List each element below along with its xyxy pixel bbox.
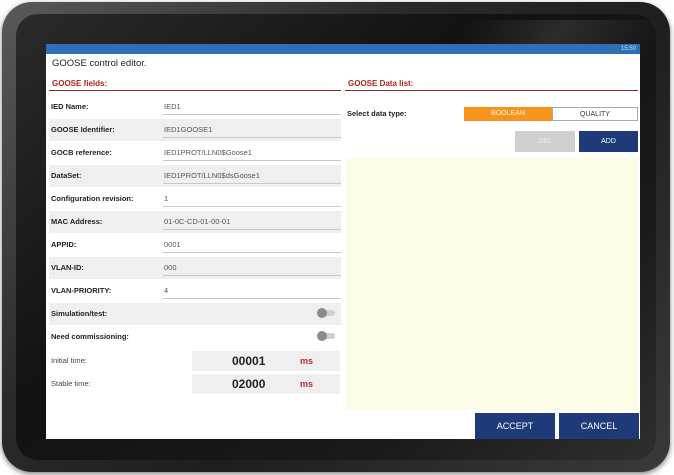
field-row-dataset: DataSet: IED1PROT/LLN0$dsGoose1: [49, 165, 341, 187]
goose-control-editor-dialog: GOOSE control editor. GOOSE fields: GOOS…: [46, 54, 640, 439]
data-type-quality-option[interactable]: QUALITY: [552, 107, 638, 121]
initial-time-row: Initial time: 00001 ms: [49, 350, 341, 372]
goose-data-list-divider: [345, 90, 638, 91]
field-label: VLAN-ID:: [51, 263, 84, 272]
tablet-screen: 15:50 GOOSE control editor. GOOSE fields…: [46, 44, 640, 439]
need-commissioning-toggle[interactable]: [317, 331, 335, 341]
simulation-test-toggle[interactable]: [317, 308, 335, 318]
field-label: MAC Address:: [51, 217, 103, 226]
input-underline: [163, 137, 341, 138]
del-button[interactable]: DEL: [515, 131, 575, 152]
stable-time-unit: ms: [300, 379, 314, 389]
field-label: IED Name:: [51, 102, 89, 111]
goose-fields-divider: [49, 90, 341, 91]
input-underline: [163, 229, 341, 230]
field-row-gocb-reference: GOCB reference: IED1PROT/LLN0$Goose1: [49, 142, 341, 164]
input-underline: [163, 298, 341, 299]
stable-time-label: Stable time:: [51, 379, 91, 388]
goose-data-list[interactable]: [346, 158, 638, 410]
field-row-appid: APPID: 0001: [49, 234, 341, 256]
field-label: GOOSE Identifier:: [51, 125, 115, 134]
toggle-knob: [317, 331, 327, 341]
input-underline: [163, 252, 341, 253]
status-bar: 15:50: [46, 44, 640, 54]
field-label: GOCB reference:: [51, 148, 112, 157]
field-label: APPID:: [51, 240, 77, 249]
initial-time-label: Initial time:: [51, 356, 87, 365]
field-row-mac-address: MAC Address: 01-0C-CD-01-00-01: [49, 211, 341, 233]
add-button[interactable]: ADD: [579, 131, 638, 152]
data-type-row: Select data type: BOOLEAN QUALITY: [345, 106, 638, 122]
initial-time-input[interactable]: 00001 ms: [192, 351, 340, 371]
data-type-boolean-option[interactable]: BOOLEAN: [464, 107, 552, 121]
status-clock: 15:50: [620, 46, 636, 52]
field-row-configuration-revision: Configuration revision: 1: [49, 188, 341, 210]
stable-time-input[interactable]: 02000 ms: [192, 374, 340, 394]
field-row-goose-identifier: GOOSE Identifier: IED1GOOSE1: [49, 119, 341, 141]
input-underline: [163, 275, 341, 276]
toggle-knob: [317, 308, 327, 318]
input-underline: [163, 160, 341, 161]
dialog-title: GOOSE control editor.: [52, 58, 147, 69]
stable-time-row: Stable time: 02000 ms: [49, 373, 341, 395]
accept-button[interactable]: ACCEPT: [475, 413, 555, 439]
goose-data-list-heading: GOOSE Data list:: [348, 79, 414, 88]
goose-fields-heading: GOOSE fields:: [52, 79, 108, 88]
field-label: DataSet:: [51, 171, 82, 180]
field-row-ied-name: IED Name: IED1: [49, 96, 341, 118]
field-label: VLAN-PRIORITY:: [51, 286, 112, 295]
stable-time-value: 02000: [232, 377, 266, 391]
field-label: Configuration revision:: [51, 194, 134, 203]
input-underline: [163, 183, 341, 184]
input-underline: [163, 206, 341, 207]
field-label: Simulation/test:: [51, 309, 108, 318]
data-type-label: Select data type:: [347, 109, 407, 118]
cancel-button[interactable]: CANCEL: [559, 413, 639, 439]
field-row-need-commissioning: Need commissioning:: [49, 326, 341, 348]
initial-time-unit: ms: [300, 356, 314, 366]
field-row-vlan-priority: VLAN-PRIORITY: 4: [49, 280, 341, 302]
input-underline: [163, 114, 341, 115]
field-row-vlan-id: VLAN-ID: 000: [49, 257, 341, 279]
field-label: Need commissioning:: [51, 332, 129, 341]
initial-time-value: 00001: [232, 354, 266, 368]
field-row-simulation-test: Simulation/test:: [49, 303, 341, 325]
